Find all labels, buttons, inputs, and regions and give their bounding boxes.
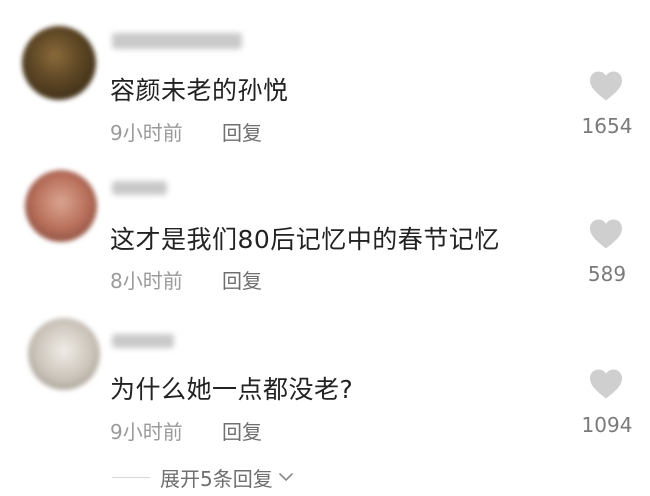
avatar[interactable] (28, 318, 100, 390)
heart-icon[interactable] (588, 368, 624, 400)
reply-button[interactable]: 回复 (222, 265, 262, 294)
heart-icon[interactable] (588, 218, 624, 250)
comment-time: 9小时前 (110, 420, 183, 444)
avatar[interactable] (25, 170, 97, 242)
username-blurred[interactable] (112, 181, 167, 195)
divider (112, 476, 150, 478)
comment-text: 为什么她一点都没老? (110, 375, 354, 404)
reply-button[interactable]: 回复 (222, 117, 262, 146)
heart-icon[interactable] (588, 70, 624, 102)
comment-time: 9小时前 (110, 121, 183, 145)
comment-text: 这才是我们80后记忆中的春节记忆 (110, 225, 500, 254)
chevron-down-icon (278, 473, 293, 481)
like-count: 1094 (581, 413, 633, 437)
username-blurred[interactable] (112, 334, 174, 348)
expand-replies-label: 展开5条回复 (160, 466, 273, 491)
comment-time: 8小时前 (110, 269, 183, 293)
like-count: 1654 (581, 114, 633, 138)
avatar[interactable] (22, 26, 96, 100)
reply-button[interactable]: 回复 (222, 416, 262, 445)
username-blurred[interactable] (112, 33, 242, 49)
comment-text: 容颜未老的孙悦 (110, 76, 289, 105)
expand-replies-button[interactable]: 展开5条回复 (112, 462, 293, 492)
like-count: 589 (587, 262, 627, 286)
